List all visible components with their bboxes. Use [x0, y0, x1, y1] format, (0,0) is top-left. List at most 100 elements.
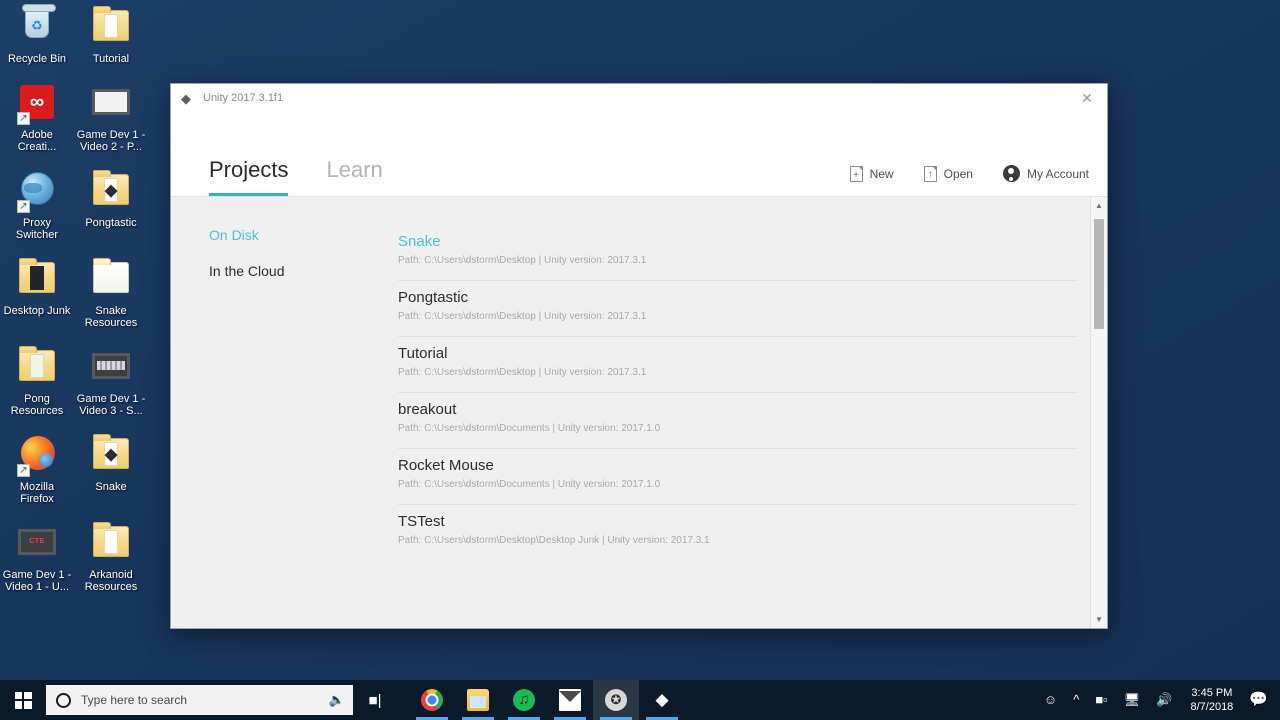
sidebar-item-in-the-cloud[interactable]: In the Cloud [209, 263, 376, 279]
project-name: Rocket Mouse [398, 457, 494, 474]
project-path: Path: C:\Users\dstorm\Documents | Unity … [398, 479, 661, 490]
my-account-button[interactable]: My Account [1002, 165, 1089, 182]
search-placeholder: Type here to search [81, 693, 188, 707]
microphone-icon[interactable]: 🔈 [329, 692, 345, 708]
window-title: Unity 2017.3.1f1 [203, 92, 284, 104]
adobe-cc-icon: ∞ ↗ [13, 80, 61, 126]
desktop-icon-game-dev-video-2[interactable]: Game Dev 1 - Video 2 - P... [76, 80, 146, 154]
project-list-item[interactable]: Snake Path: C:\Users\dstorm\Desktop | Un… [398, 225, 1077, 281]
unity-icon: ◆ [655, 690, 669, 709]
desktop: ♻ Recycle Bin Tutorial ∞ ↗ Adobe Creati.… [0, 0, 1280, 720]
desktop-icon-label: Pongtastic [85, 216, 137, 229]
project-list-item[interactable]: breakout Path: C:\Users\dstorm\Documents… [398, 393, 1077, 449]
battery-icon[interactable]: ■▫ [1087, 680, 1115, 720]
desktop-icon-adobe-creative-cloud[interactable]: ∞ ↗ Adobe Creati... [2, 80, 72, 154]
desktop-icon-label: Game Dev 1 - Video 2 - P... [76, 128, 146, 154]
people-icon[interactable]: ☺ [1036, 680, 1065, 720]
mail-icon [559, 689, 581, 711]
desktop-icon-label: Pong Resources [10, 392, 64, 418]
taskbar-search-input[interactable]: Type here to search 🔈 [46, 685, 353, 715]
desktop-icon-pong-resources[interactable]: Pong Resources [2, 344, 72, 418]
taskbar-app-recorder[interactable]: ✪ [593, 680, 639, 720]
video-file-icon [87, 344, 135, 390]
network-icon[interactable]: 🖥 [1116, 680, 1149, 720]
project-list-item[interactable]: Tutorial Path: C:\Users\dstorm\Desktop |… [398, 337, 1077, 393]
video-file-icon: CTE [13, 520, 61, 566]
close-icon[interactable]: ✕ [1067, 84, 1107, 112]
desktop-icon-game-dev-video-1[interactable]: CTE Game Dev 1 - Video 1 - U... [2, 520, 72, 594]
sidebar-item-on-disk[interactable]: On Disk [209, 227, 376, 243]
desktop-icon-label: Tutorial [92, 53, 130, 65]
folder-icon [13, 344, 61, 390]
task-view-icon[interactable]: ■| [353, 680, 397, 720]
desktop-icon-label: Game Dev 1 - Video 1 - U... [2, 568, 72, 594]
project-list-item[interactable]: Pongtastic Path: C:\Users\dstorm\Desktop… [398, 281, 1077, 337]
desktop-icon-pongtastic[interactable]: ◆ Pongtastic [76, 168, 146, 242]
volume-icon[interactable]: 🔊 [1148, 680, 1180, 720]
desktop-icon-snake-resources[interactable]: Snake Resources [76, 256, 146, 330]
unity-hub-window: ◆ Unity 2017.3.1f1 ✕ Projects Learn + Ne… [170, 83, 1108, 629]
chevron-up-icon[interactable]: ^ [1065, 680, 1087, 720]
vertical-scrollbar[interactable]: ▲ ▼ [1090, 197, 1107, 628]
taskbar-app-unity[interactable]: ◆ [639, 680, 685, 720]
folder-unity-icon: ◆ [87, 168, 135, 214]
taskbar-app-file-explorer[interactable] [455, 680, 501, 720]
desktop-icon-game-dev-video-3[interactable]: Game Dev 1 - Video 3 - S... [76, 344, 146, 418]
desktop-icon-desktop-junk[interactable]: Desktop Junk [2, 256, 72, 330]
project-path: Path: C:\Users\dstorm\Documents | Unity … [398, 423, 661, 434]
project-list-item[interactable]: TSTest Path: C:\Users\dstorm\Desktop\Des… [398, 505, 1077, 560]
clock-date: 8/7/2018 [1190, 701, 1234, 713]
desktop-icon-proxy-switcher[interactable]: ↗ Proxy Switcher [2, 168, 72, 242]
globe-icon: ↗ [13, 168, 61, 214]
open-project-label: Open [943, 166, 973, 181]
new-project-label: New [869, 166, 894, 181]
taskbar-app-buttons: ♫ ✪ ◆ [409, 680, 685, 720]
desktop-icon-area: ♻ Recycle Bin Tutorial ∞ ↗ Adobe Creati.… [0, 4, 150, 608]
start-button[interactable] [0, 680, 46, 720]
windows-start-icon [14, 691, 32, 709]
projects-sidebar: On Disk In the Cloud [171, 197, 376, 628]
chevron-down-icon[interactable]: ▼ [1091, 611, 1107, 628]
window-body: On Disk In the Cloud Snake Path: C:\User… [171, 197, 1107, 628]
desktop-icon-label: Desktop Junk [3, 304, 71, 317]
search-circle-icon [56, 692, 71, 708]
desktop-icon-recycle-bin[interactable]: ♻ Recycle Bin [2, 4, 72, 66]
system-tray: ☺ ^ ■▫ 🖥 🔊 3:45 PM 8/7/2018 💬 [1036, 680, 1280, 720]
chevron-up-icon[interactable]: ▲ [1091, 197, 1107, 214]
project-name: TSTest [398, 513, 445, 530]
desktop-icon-tutorial[interactable]: Tutorial [76, 4, 146, 66]
unity-logo-icon: ◆ [181, 90, 191, 106]
video-file-icon [87, 80, 135, 126]
notifications-icon[interactable]: 💬 [1245, 680, 1280, 720]
recorder-icon: ✪ [605, 689, 627, 711]
desktop-icon-label: Proxy Switcher [15, 216, 59, 242]
taskbar-app-mail[interactable] [547, 680, 593, 720]
desktop-icon-label: Recycle Bin [7, 53, 67, 65]
tab-projects[interactable]: Projects [209, 159, 289, 196]
taskbar-app-chrome[interactable] [409, 680, 455, 720]
desktop-icon-label: Mozilla Firefox [19, 480, 55, 506]
tab-learn[interactable]: Learn [326, 159, 382, 196]
project-list-item[interactable]: Rocket Mouse Path: C:\Users\dstorm\Docum… [398, 449, 1077, 505]
folder-icon [87, 520, 135, 566]
window-title-bar: ◆ Unity 2017.3.1f1 ✕ [171, 84, 1107, 112]
firefox-icon: ↗ [13, 432, 61, 478]
recycle-bin-icon: ♻ [13, 4, 61, 50]
taskbar-clock[interactable]: 3:45 PM 8/7/2018 [1180, 686, 1245, 714]
new-project-button[interactable]: + New [849, 165, 894, 182]
project-path: Path: C:\Users\dstorm\Desktop | Unity ve… [398, 311, 647, 322]
scrollbar-thumb[interactable] [1094, 219, 1104, 329]
desktop-icon-snake[interactable]: ◆ Snake [76, 432, 146, 506]
taskbar-app-spotify[interactable]: ♫ [501, 680, 547, 720]
desktop-icon-mozilla-firefox[interactable]: ↗ Mozilla Firefox [2, 432, 72, 506]
project-path: Path: C:\Users\dstorm\Desktop | Unity ve… [398, 255, 647, 266]
project-name: Tutorial [398, 345, 448, 362]
desktop-icon-arkanoid-resources[interactable]: Arkanoid Resources [76, 520, 146, 594]
tab-bar: Projects Learn [209, 159, 820, 196]
folder-icon [87, 256, 135, 302]
project-list: Snake Path: C:\Users\dstorm\Desktop | Un… [376, 197, 1107, 628]
taskbar: Type here to search 🔈 ■| ♫ ✪ ◆ ☺ ^ ■▫ 🖥 … [0, 680, 1280, 720]
open-project-button[interactable]: ↑ Open [923, 165, 973, 182]
clock-time: 3:45 PM [1191, 687, 1233, 699]
folder-icon [13, 256, 61, 302]
